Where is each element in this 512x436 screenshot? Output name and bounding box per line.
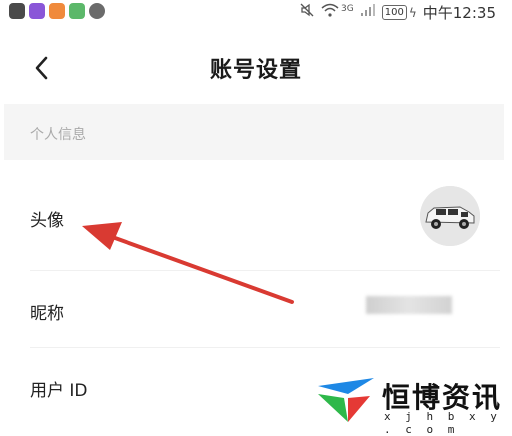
green-app-icon [69, 3, 85, 19]
system-status: 3G 100 ϟ 中午12:35 [299, 2, 496, 23]
signal-icon [360, 3, 376, 22]
status-bar: 3G 100 ϟ 中午12:35 [0, 0, 512, 24]
watermark-url: x j h b x y . c o m [384, 410, 501, 436]
user-id-label: 用户 ID [30, 381, 88, 401]
purple-app-icon [29, 3, 45, 19]
page-header: 账号设置 [0, 40, 512, 96]
car-icon [420, 186, 480, 246]
avatar-label: 头像 [30, 211, 64, 231]
notification-app-icons [9, 3, 105, 19]
orange-app-icon [49, 3, 65, 19]
status-time: 中午12:35 [422, 4, 496, 22]
page-title: 账号设置 [209, 58, 302, 83]
nickname-label: 昵称 [30, 304, 64, 324]
settings-app-icon [89, 3, 105, 19]
watermark-logo-icon [318, 378, 374, 422]
news-app-icon [9, 3, 25, 19]
wifi-icon [321, 2, 339, 23]
section-label: 个人信息 [30, 127, 86, 143]
avatar[interactable] [420, 186, 480, 246]
nickname-value-blurred [366, 296, 452, 314]
watermark: 恒博资讯 x j h b x y . c o m [312, 372, 512, 436]
charging-icon: ϟ [408, 5, 417, 20]
network-label: 3G [341, 3, 354, 14]
mute-icon [299, 2, 315, 23]
battery-indicator: 100 [381, 5, 407, 20]
section-header-personal-info: 个人信息 [4, 104, 504, 160]
